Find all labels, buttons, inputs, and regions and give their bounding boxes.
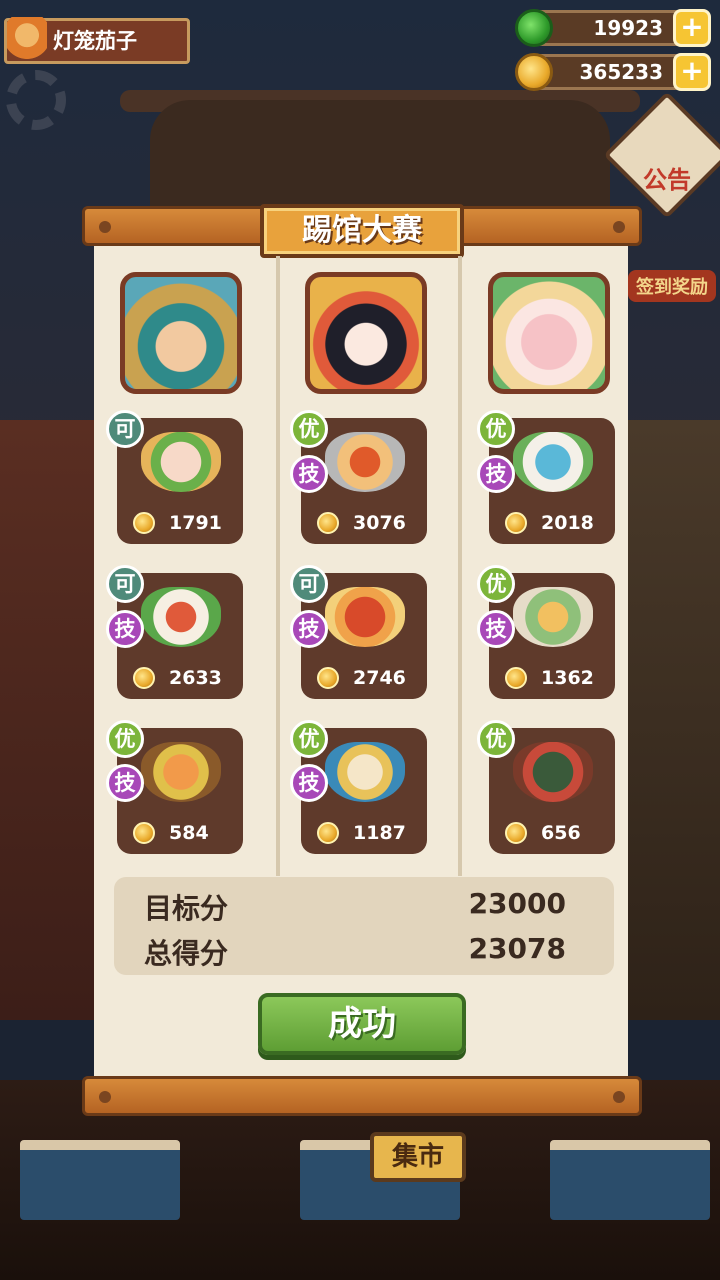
skill-badge: 技 [106, 764, 144, 802]
player-avatar-icon [7, 17, 47, 69]
coin-icon [505, 822, 527, 844]
column-divider [458, 256, 462, 876]
grade-badge: 优 [106, 720, 144, 758]
grade-badge: 优 [477, 565, 515, 603]
coin-icon [317, 822, 339, 844]
coin-amount: 365233 [579, 60, 664, 84]
dish-image [513, 432, 593, 492]
jade-amount: 19923 [593, 16, 663, 40]
coin-icon [317, 512, 339, 534]
skill-badge: 技 [477, 610, 515, 648]
market-sign[interactable]: 集市 [370, 1132, 466, 1182]
skill-badge: 技 [290, 764, 328, 802]
dish-price: 3076 [353, 512, 406, 534]
settings-gear-icon[interactable] [6, 70, 66, 130]
dish-price: 656 [541, 822, 581, 844]
grade-badge: 可 [106, 565, 144, 603]
dialog-title: 踢馆大赛 [302, 213, 422, 248]
food-stall [550, 1140, 710, 1220]
dish-image [141, 742, 221, 802]
dish-price: 2746 [353, 667, 406, 689]
success-button[interactable]: 成功 [258, 993, 466, 1055]
dish-price: 584 [169, 822, 209, 844]
add-coins-button[interactable]: + [673, 53, 711, 91]
dish-image [141, 432, 221, 492]
chef-portrait-2[interactable] [305, 272, 427, 394]
dish-price: 2633 [169, 667, 222, 689]
dish-price: 1187 [353, 822, 406, 844]
dish-image [141, 587, 221, 647]
add-jade-button[interactable]: + [673, 9, 711, 47]
total-score-label: 总得分 [144, 937, 229, 970]
dish-image [325, 587, 405, 647]
notice-label: 公告 [643, 166, 691, 194]
dish-price: 1791 [169, 512, 222, 534]
coin-icon [133, 822, 155, 844]
dish-price: 1362 [541, 667, 594, 689]
score-summary: 目标分 23000 总得分 23078 [114, 877, 614, 975]
dish-image [513, 587, 593, 647]
dish-price: 2018 [541, 512, 594, 534]
grade-badge: 优 [477, 720, 515, 758]
target-score-label: 目标分 [144, 892, 229, 925]
column-divider [276, 256, 280, 876]
target-score-value: 23000 [468, 887, 566, 920]
dialog-title-plate: 踢馆大赛 [260, 204, 464, 258]
coin-icon [505, 667, 527, 689]
dish-image [325, 742, 405, 802]
skill-badge: 技 [106, 610, 144, 648]
skill-badge: 技 [290, 610, 328, 648]
player-name-badge[interactable]: 灯笼茄子 [4, 17, 190, 69]
total-score-value: 23078 [468, 932, 566, 965]
skill-badge: 技 [290, 455, 328, 493]
player-name: 灯笼茄子 [53, 29, 137, 53]
dish-image [513, 742, 593, 802]
grade-badge: 优 [290, 720, 328, 758]
grade-badge: 可 [290, 565, 328, 603]
grade-badge: 优 [477, 410, 515, 448]
signin-reward-button[interactable]: 签到奖励 [628, 270, 716, 302]
jade-icon [515, 9, 553, 47]
scroll-bottom-rod [82, 1076, 642, 1116]
coin-currency-bar: 365233 + [515, 53, 711, 91]
grade-badge: 优 [290, 410, 328, 448]
food-stall [20, 1140, 180, 1220]
chef-portrait-3[interactable] [488, 272, 610, 394]
chef-portrait-1[interactable] [120, 272, 242, 394]
coin-icon [133, 512, 155, 534]
grade-badge: 可 [106, 410, 144, 448]
coin-icon [133, 667, 155, 689]
coin-icon [317, 667, 339, 689]
dish-image [325, 432, 405, 492]
skill-badge: 技 [477, 455, 515, 493]
coin-icon [515, 53, 553, 91]
jade-currency-bar: 19923 + [515, 9, 711, 47]
coin-icon [505, 512, 527, 534]
